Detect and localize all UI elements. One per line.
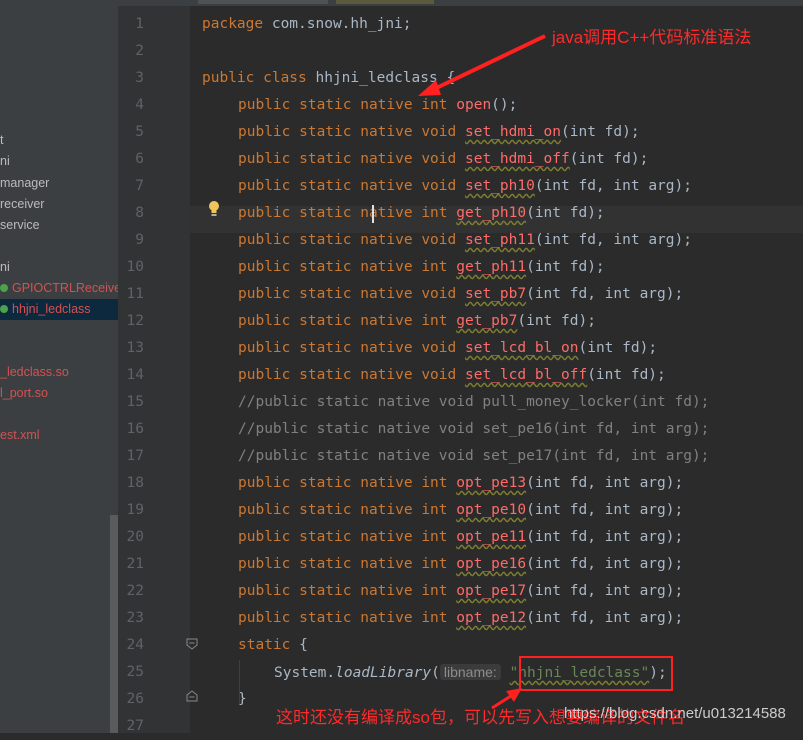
tree-item-label: l_port.so xyxy=(0,386,48,400)
tree-item-label: GPIOCTRLReceive xyxy=(12,281,118,295)
fold-guide-line xyxy=(239,660,240,704)
line-number: 24 xyxy=(126,637,144,653)
annotation-top: java调用C++代码标准语法 xyxy=(552,28,752,47)
line-number: 16 xyxy=(126,421,144,437)
code-line: public static native int opt_pe12(int fd… xyxy=(238,610,684,626)
line-number: 7 xyxy=(135,178,144,194)
tree-item[interactable]: ni xyxy=(0,257,118,278)
code-line: package com.snow.hh_jni; xyxy=(202,16,412,32)
tree-item-label: service xyxy=(0,218,40,232)
annotation-highlight-box xyxy=(519,656,673,691)
code-comment: //public static native void set_pe17(int… xyxy=(238,448,710,464)
code-line-current: public static native int get_ph10(int fd… xyxy=(238,205,605,221)
line-number: 17 xyxy=(126,448,144,464)
line-number: 14 xyxy=(126,367,144,383)
lightbulb-icon[interactable] xyxy=(207,200,221,220)
line-number: 3 xyxy=(135,70,144,86)
line-number: 2 xyxy=(135,43,144,59)
sidebar-scrollbar[interactable] xyxy=(110,515,118,733)
tree-item[interactable]: manager xyxy=(0,173,118,194)
tree-item[interactable]: service xyxy=(0,215,118,236)
code-line: public static native int get_ph11(int fd… xyxy=(238,259,605,275)
code-comment: //public static native void pull_money_l… xyxy=(238,394,710,410)
line-number: 13 xyxy=(126,340,144,356)
line-number: 5 xyxy=(135,124,144,140)
project-tree-panel: t ni manager receiver service ni GPIOCTR… xyxy=(0,0,118,733)
text-caret xyxy=(372,205,374,223)
code-line: public static native int opt_pe17(int fd… xyxy=(238,583,684,599)
tree-item[interactable]: t xyxy=(0,130,118,151)
code-line: public static native void set_hdmi_on(in… xyxy=(238,124,640,140)
code-line: public static native void set_pb7(int fd… xyxy=(238,286,684,302)
line-number: 4 xyxy=(135,97,144,113)
code-line: public class hhjni_ledclass { xyxy=(202,70,456,86)
tree-item-label: _ledclass.so xyxy=(0,365,69,379)
code-line: public static native int opt_pe10(int fd… xyxy=(238,502,684,518)
code-line: public static native void set_ph10(int f… xyxy=(238,178,692,194)
tree-item-label: est.xml xyxy=(0,428,40,442)
line-number: 27 xyxy=(126,718,144,734)
line-number: 9 xyxy=(135,232,144,248)
line-number: 10 xyxy=(126,259,144,275)
line-number: 8 xyxy=(135,205,144,221)
line-number: 11 xyxy=(126,286,144,302)
fold-open-icon[interactable] xyxy=(186,638,198,650)
code-line: public static native int get_pb7(int fd)… xyxy=(238,313,596,329)
code-line: static { xyxy=(238,637,308,653)
tree-item-file[interactable]: est.xml xyxy=(0,425,118,446)
line-number: 21 xyxy=(126,556,144,572)
line-number: 12 xyxy=(126,313,144,329)
code-line: public static native void set_ph11(int f… xyxy=(238,232,692,248)
line-number: 26 xyxy=(126,691,144,707)
tree-item-label: ni xyxy=(0,154,10,168)
line-number: 19 xyxy=(126,502,144,518)
editor-tab[interactable] xyxy=(198,0,328,4)
code-line: public static native int opt_pe11(int fd… xyxy=(238,529,684,545)
tree-item-class[interactable]: GPIOCTRLReceive xyxy=(0,278,118,299)
tree-item-label: hhjni_ledclass xyxy=(12,302,91,316)
watermark: https://blog.csdn.net/u013214588 xyxy=(564,705,786,722)
tree-item-file[interactable]: l_port.so xyxy=(0,383,118,404)
tree-item-label: ni xyxy=(0,260,10,274)
code-line: public static native int opt_pe13(int fd… xyxy=(238,475,684,491)
tree-item-label: t xyxy=(0,133,4,147)
code-line: public static native void set_lcd_bl_on(… xyxy=(238,340,658,356)
line-number: 22 xyxy=(126,583,144,599)
class-icon xyxy=(0,304,8,313)
tree-item-label: manager xyxy=(0,176,50,190)
line-number: 20 xyxy=(126,529,144,545)
tree-item-file[interactable]: _ledclass.so xyxy=(0,362,118,383)
tree-item-label: receiver xyxy=(0,197,45,211)
line-number: 18 xyxy=(126,475,144,491)
tree-item[interactable]: receiver xyxy=(0,194,118,215)
tree-item[interactable]: ni xyxy=(0,151,118,172)
editor-tab[interactable] xyxy=(336,0,434,4)
line-number: 1 xyxy=(135,16,144,32)
line-number: 25 xyxy=(126,664,144,680)
code-line: public static native int open(); xyxy=(238,97,518,113)
line-number: 23 xyxy=(126,610,144,626)
class-icon xyxy=(0,283,8,292)
parameter-hint: libname: xyxy=(439,664,501,680)
fold-close-icon[interactable] xyxy=(186,690,198,702)
code-line: public static native int opt_pe16(int fd… xyxy=(238,556,684,572)
code-line: public static native void set_lcd_bl_off… xyxy=(238,367,666,383)
line-number: 15 xyxy=(126,394,144,410)
code-comment: //public static native void set_pe16(int… xyxy=(238,421,710,437)
tree-item-class-selected[interactable]: hhjni_ledclass xyxy=(0,299,118,320)
line-number: 6 xyxy=(135,151,144,167)
code-line: public static native void set_hdmi_off(i… xyxy=(238,151,649,167)
